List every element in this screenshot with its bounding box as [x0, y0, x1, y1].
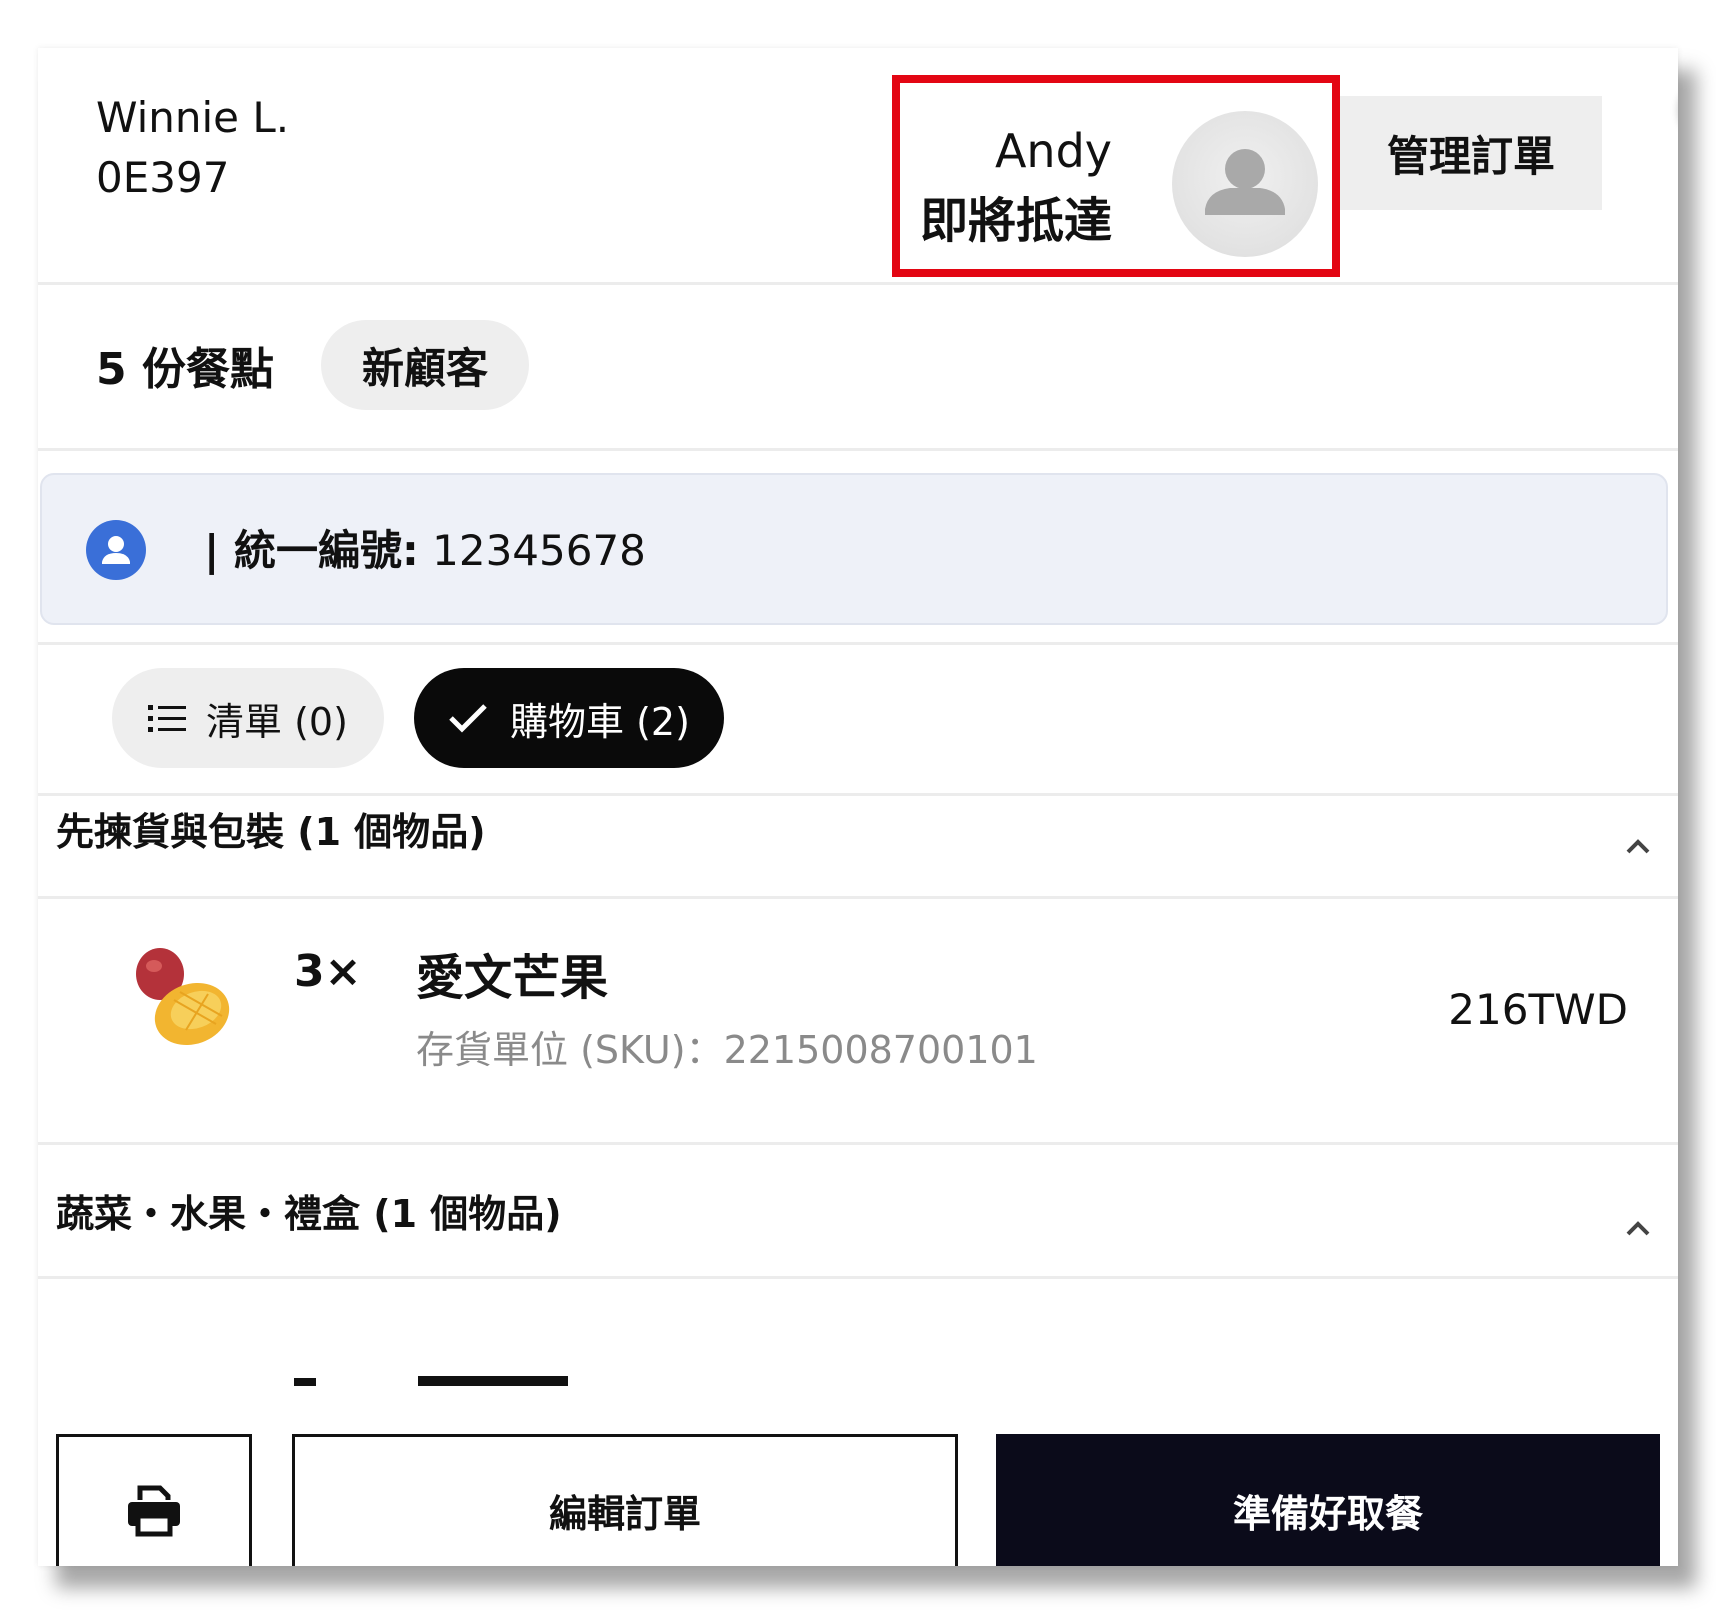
tab-cart-label: 購物車 (2)	[510, 699, 690, 744]
divider	[38, 1142, 1678, 1145]
divider	[38, 793, 1678, 796]
divider	[38, 1276, 1678, 1279]
divider	[38, 896, 1678, 899]
courier-highlight-box: Andy 即將抵達	[892, 75, 1340, 277]
customer-name: Winnie L.	[96, 93, 290, 142]
courier-status: 即將抵達	[919, 193, 1112, 249]
order-detail-card: Winnie L. 0E397 Andy 即將抵達 管理訂單 5 份餐點 新顧客…	[38, 48, 1678, 1566]
item-price: 216TWD	[1448, 985, 1628, 1034]
tab-list[interactable]: 清單 (0)	[112, 668, 384, 768]
divider	[38, 282, 1678, 285]
tax-id-text: | 統一編號: 12345678	[204, 519, 646, 583]
courier-name: Andy	[994, 124, 1112, 178]
partial-item-name	[418, 1376, 568, 1386]
courier-avatar[interactable]	[1172, 111, 1318, 257]
divider	[38, 448, 1678, 451]
tab-list-label: 清單 (0)	[206, 699, 348, 744]
tax-id-panel: | 統一編號: 12345678	[40, 473, 1668, 625]
section-title-pick-pack: 先揀貨與包裝 (1 個物品)	[56, 810, 486, 854]
check-icon	[449, 704, 487, 733]
section-title-produce: 蔬菜・水果・禮盒 (1 個物品)	[56, 1192, 562, 1236]
item-sku: 存貨單位 (SKU)：2215008700101	[416, 1028, 1038, 1072]
chevron-up-icon[interactable]	[1618, 1208, 1658, 1248]
partial-item-row	[38, 1326, 1678, 1398]
printer-icon	[128, 1485, 180, 1537]
tax-id-label: | 統一編號:	[204, 526, 419, 575]
manage-order-button[interactable]: 管理訂單	[1340, 96, 1602, 210]
new-customer-badge: 新顧客	[321, 320, 529, 410]
item-name: 愛文芒果	[416, 950, 609, 1006]
partial-item-quantity	[294, 1378, 316, 1386]
dish-count: 5 份餐點	[96, 344, 274, 395]
person-circle-icon	[86, 520, 146, 580]
ready-for-pickup-button[interactable]: 準備好取餐	[996, 1434, 1660, 1566]
print-button[interactable]	[56, 1434, 252, 1566]
mango-image	[136, 948, 230, 1046]
tax-id-value: 12345678	[432, 526, 646, 575]
action-bar: 編輯訂單 準備好取餐	[38, 1398, 1678, 1566]
person-silhouette-icon	[1205, 149, 1285, 215]
chevron-up-icon[interactable]	[1618, 826, 1658, 866]
edit-order-button[interactable]: 編輯訂單	[292, 1434, 958, 1566]
item-quantity: 3×	[294, 946, 362, 997]
divider	[38, 642, 1678, 645]
order-code: 0E397	[96, 153, 230, 202]
tab-cart[interactable]: 購物車 (2)	[414, 668, 724, 768]
list-icon	[148, 705, 187, 732]
